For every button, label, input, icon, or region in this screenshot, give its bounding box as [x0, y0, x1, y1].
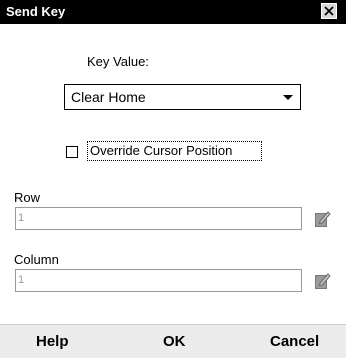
column-value: 1 [18, 274, 25, 286]
row-input[interactable]: 1 [15, 207, 302, 230]
help-button[interactable]: Help [36, 333, 69, 351]
window-title: Send Key [6, 4, 66, 19]
close-icon [324, 6, 334, 16]
ok-button[interactable]: OK [163, 333, 186, 351]
column-label: Column [14, 252, 59, 267]
close-button[interactable] [321, 3, 337, 19]
row-label: Row [14, 190, 41, 205]
send-key-dialog: Send Key Key Value: Clear Home Override … [0, 0, 346, 358]
pencil-edit-icon[interactable] [315, 272, 331, 290]
pencil-edit-icon[interactable] [315, 210, 331, 228]
key-value-label: Key Value: [87, 54, 149, 69]
override-label-focus[interactable]: Override Cursor Position [87, 141, 262, 161]
row-value: 1 [18, 212, 25, 224]
override-label: Override Cursor Position [90, 143, 233, 158]
chevron-down-icon [283, 95, 293, 100]
title-bar: Send Key [0, 0, 346, 24]
button-bar: Help OK Cancel [0, 324, 346, 358]
override-checkbox[interactable] [66, 146, 78, 158]
dialog-content: Key Value: Clear Home Override Cursor Po… [0, 24, 346, 324]
cancel-button[interactable]: Cancel [270, 333, 319, 351]
column-input[interactable]: 1 [15, 269, 302, 292]
key-value-select[interactable]: Clear Home [64, 84, 301, 110]
key-value-selected: Clear Home [71, 89, 146, 105]
